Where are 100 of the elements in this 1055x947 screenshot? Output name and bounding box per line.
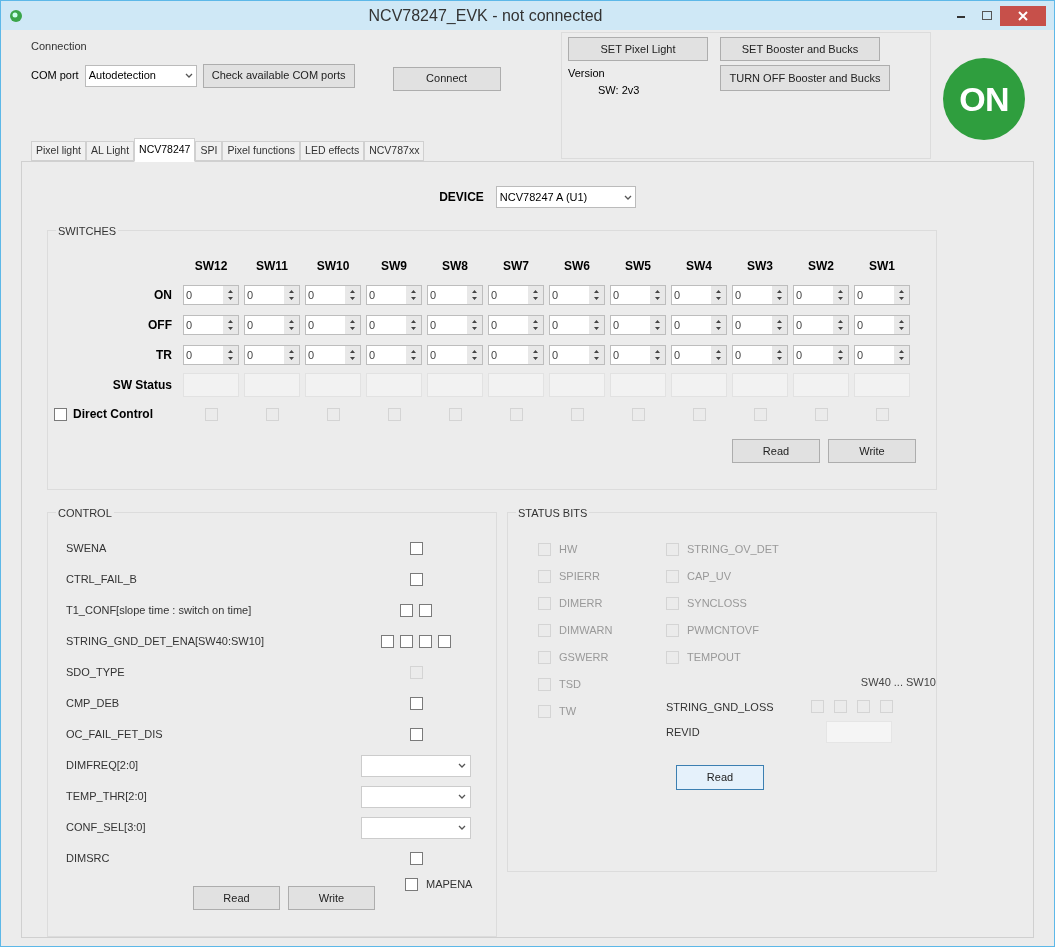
push-button[interactable]: Read [732, 439, 820, 463]
tab[interactable]: NCV787xx [364, 141, 425, 161]
checkbox[interactable] [438, 635, 451, 648]
number-spinner[interactable]: 0 [305, 315, 361, 335]
register-label: CONF_SEL[3:0] [66, 820, 147, 836]
push-button[interactable]: Write [828, 439, 916, 463]
push-button[interactable]: TURN OFF Booster and Bucks [720, 65, 890, 92]
com-port-dropdown[interactable]: Autodetection [84, 64, 197, 87]
column-header: SW12 [193, 258, 229, 275]
tab[interactable]: AL Light [85, 141, 135, 161]
number-spinner[interactable]: 0 [305, 345, 361, 365]
spin-arrows-icon [467, 346, 482, 364]
status-bit-label: TW [559, 703, 577, 719]
checkbox[interactable] [409, 542, 423, 555]
number-spinner[interactable]: 0 [183, 315, 239, 335]
number-spinner[interactable]: 0 [793, 315, 849, 335]
version-value: SW: 2v3 [597, 82, 641, 98]
tab[interactable]: NCV78247 [134, 138, 196, 162]
push-button[interactable]: SET Pixel Light [568, 37, 708, 62]
group-title: Connection [31, 39, 88, 55]
spin-arrows-icon [589, 346, 604, 364]
checkbox[interactable] [409, 697, 423, 710]
register-label: TEMP_THR[2:0] [66, 789, 148, 805]
spin-arrows-icon [894, 316, 909, 334]
number-spinner[interactable]: 0 [793, 345, 849, 365]
number-spinner[interactable]: 0 [549, 345, 605, 365]
number-spinner[interactable]: 0 [671, 345, 727, 365]
number-spinner[interactable]: 0 [366, 345, 422, 365]
number-spinner[interactable]: 0 [427, 315, 483, 335]
register-label: CTRL_FAIL_B [66, 572, 138, 588]
number-spinner[interactable]: 0 [366, 315, 422, 335]
number-spinner[interactable]: 0 [366, 285, 422, 305]
number-spinner[interactable]: 0 [610, 345, 666, 365]
checkbox[interactable] [400, 635, 413, 648]
spin-arrows-icon [284, 286, 299, 304]
checkbox[interactable] [409, 573, 423, 586]
row-label: SW Status [111, 377, 172, 394]
number-spinner[interactable]: 0 [549, 315, 605, 335]
tab[interactable]: Pixel functions [222, 141, 301, 161]
number-spinner[interactable]: 0 [244, 345, 300, 365]
push-button[interactable]: Connect [392, 66, 501, 91]
register-dropdown[interactable] [361, 754, 471, 777]
checkbox[interactable] [405, 877, 418, 891]
register-label: DIMFREQ[2:0] [66, 758, 140, 774]
spin-arrows-icon [223, 316, 238, 334]
push-button[interactable]: Write [288, 886, 375, 910]
app-icon [9, 8, 23, 23]
tab[interactable]: SPI [195, 141, 223, 161]
number-spinner[interactable]: 0 [427, 345, 483, 365]
number-spinner[interactable]: 0 [488, 315, 544, 335]
checkbox[interactable] [409, 852, 423, 865]
checkbox[interactable] [54, 407, 67, 421]
spin-arrows-icon [223, 346, 238, 364]
number-spinner[interactable]: 0 [732, 345, 788, 365]
device-dropdown[interactable]: NCV78247 A (U1) [495, 186, 636, 208]
push-button[interactable]: Check available COM ports [202, 63, 355, 88]
range-label: SW40 ... SW10 [860, 675, 936, 690]
column-header: SW5 [624, 258, 652, 275]
number-spinner[interactable]: 0 [427, 285, 483, 305]
status-bit-label: HW [559, 541, 578, 557]
number-spinner[interactable]: 0 [793, 285, 849, 305]
column-header: SW8 [441, 258, 469, 275]
number-spinner[interactable]: 0 [732, 315, 788, 335]
close-icon[interactable] [1000, 5, 1046, 26]
checkbox[interactable] [409, 728, 423, 741]
register-label: SDO_TYPE [66, 665, 126, 681]
number-spinner[interactable]: 0 [854, 345, 910, 365]
number-spinner[interactable]: 0 [610, 315, 666, 335]
number-spinner[interactable]: 0 [671, 315, 727, 335]
number-spinner[interactable]: 0 [854, 315, 910, 335]
number-spinner[interactable]: 0 [183, 285, 239, 305]
number-spinner[interactable]: 0 [488, 345, 544, 365]
spin-arrows-icon [589, 286, 604, 304]
number-spinner[interactable]: 0 [244, 315, 300, 335]
register-dropdown[interactable] [361, 816, 471, 839]
tab[interactable]: Pixel light [31, 141, 86, 161]
version-label: Version [568, 66, 606, 82]
push-button[interactable]: Read [676, 765, 764, 790]
number-spinner[interactable]: 0 [488, 285, 544, 305]
checkbox[interactable] [419, 635, 432, 648]
tab[interactable]: LED effects [300, 141, 365, 161]
number-spinner[interactable]: 0 [183, 345, 239, 365]
number-spinner[interactable]: 0 [244, 285, 300, 305]
checkbox[interactable] [400, 604, 413, 617]
row-label: ON [153, 287, 172, 304]
spin-arrows-icon [223, 286, 238, 304]
push-button[interactable]: Read [193, 886, 280, 910]
checkbox[interactable] [381, 635, 394, 648]
number-spinner[interactable]: 0 [610, 285, 666, 305]
number-spinner[interactable]: 0 [305, 285, 361, 305]
number-spinner[interactable]: 0 [854, 285, 910, 305]
number-spinner[interactable]: 0 [732, 285, 788, 305]
register-dropdown[interactable] [361, 785, 471, 808]
number-spinner[interactable]: 0 [549, 285, 605, 305]
spin-arrows-icon [711, 286, 726, 304]
status-bit-label: DIMERR [559, 595, 603, 611]
register-label: OC_FAIL_FET_DIS [66, 727, 164, 743]
checkbox[interactable] [419, 604, 432, 617]
number-spinner[interactable]: 0 [671, 285, 727, 305]
push-button[interactable]: SET Booster and Bucks [720, 37, 880, 62]
